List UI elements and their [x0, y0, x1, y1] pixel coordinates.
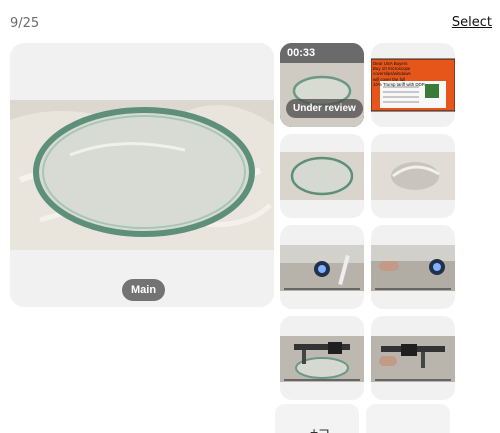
main-photo	[10, 100, 274, 250]
thumbnail-image[interactable]	[280, 225, 364, 309]
select-button[interactable]: Select	[452, 15, 492, 30]
top-bar: 9/25 Select	[0, 0, 500, 40]
flashlight-closeup-thumbnail	[371, 245, 455, 291]
flashlight-thumbnail	[280, 245, 364, 291]
thumbnail-image[interactable]	[371, 134, 455, 218]
thumbnail-image[interactable]	[371, 225, 455, 309]
main-image-card[interactable]: Main	[10, 43, 274, 307]
wrapped-disc-thumbnail	[371, 152, 455, 200]
ad-banner-text: Dear USA Buyers Buy 10 microscope covers…	[373, 61, 426, 87]
thumbnail-ad[interactable]: Dear USA Buyers Buy 10 microscope covers…	[371, 43, 455, 127]
video-duration: 00:33	[287, 47, 316, 59]
add-media-slot[interactable]	[366, 404, 450, 433]
thumbnail-image[interactable]	[280, 316, 364, 400]
image-counter: 9/25	[10, 16, 40, 31]
thumbnail-image[interactable]	[280, 134, 364, 218]
glass-disc-thumbnail	[280, 152, 364, 200]
caliper-thickness-thumbnail	[371, 336, 455, 382]
caliper-diameter-thumbnail	[280, 336, 364, 382]
main-badge: Main	[122, 279, 166, 301]
add-media-button[interactable]: +⊐	[275, 404, 359, 433]
add-icon: +⊐	[310, 424, 330, 433]
thumbnail-video[interactable]: 00:33 Under review	[280, 43, 364, 127]
thumbnail-image[interactable]	[371, 316, 455, 400]
review-status-badge: Under review	[286, 99, 363, 118]
